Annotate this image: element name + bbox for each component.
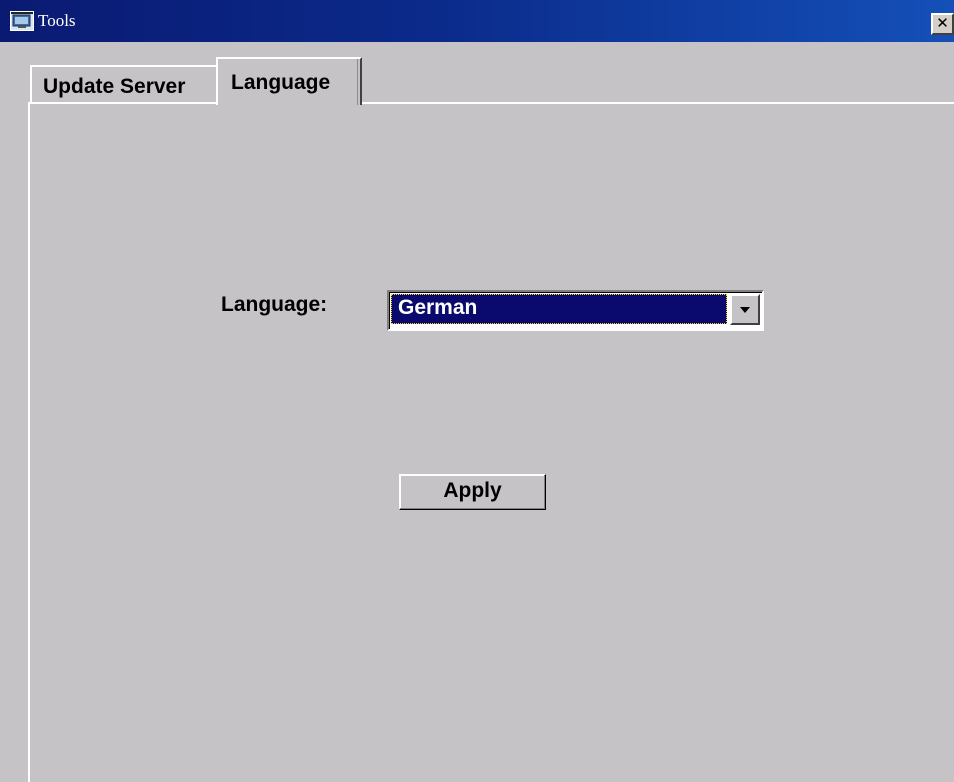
- window-title: Tools: [38, 11, 76, 30]
- tab-language[interactable]: Language: [216, 57, 362, 105]
- language-label: Language:: [221, 293, 328, 316]
- tab-language-label: Language: [231, 71, 331, 94]
- chevron-down-icon: [740, 307, 750, 313]
- language-dropdown-button[interactable]: [730, 294, 760, 325]
- tab-update-server-label: Update Server: [43, 75, 186, 98]
- language-select-value[interactable]: German: [391, 294, 727, 324]
- tab-update-server[interactable]: Update Server: [30, 65, 218, 103]
- app-monitor-icon[interactable]: [10, 11, 34, 31]
- language-tab-panel: [28, 102, 954, 782]
- language-select[interactable]: German: [387, 290, 764, 331]
- close-button[interactable]: ✕: [931, 13, 954, 35]
- close-icon: ✕: [936, 14, 949, 32]
- apply-button[interactable]: Apply: [399, 474, 546, 510]
- title-bar[interactable]: Tools ✕: [0, 0, 954, 42]
- tools-window: Tools ✕ Update Server Language Language:…: [0, 0, 954, 782]
